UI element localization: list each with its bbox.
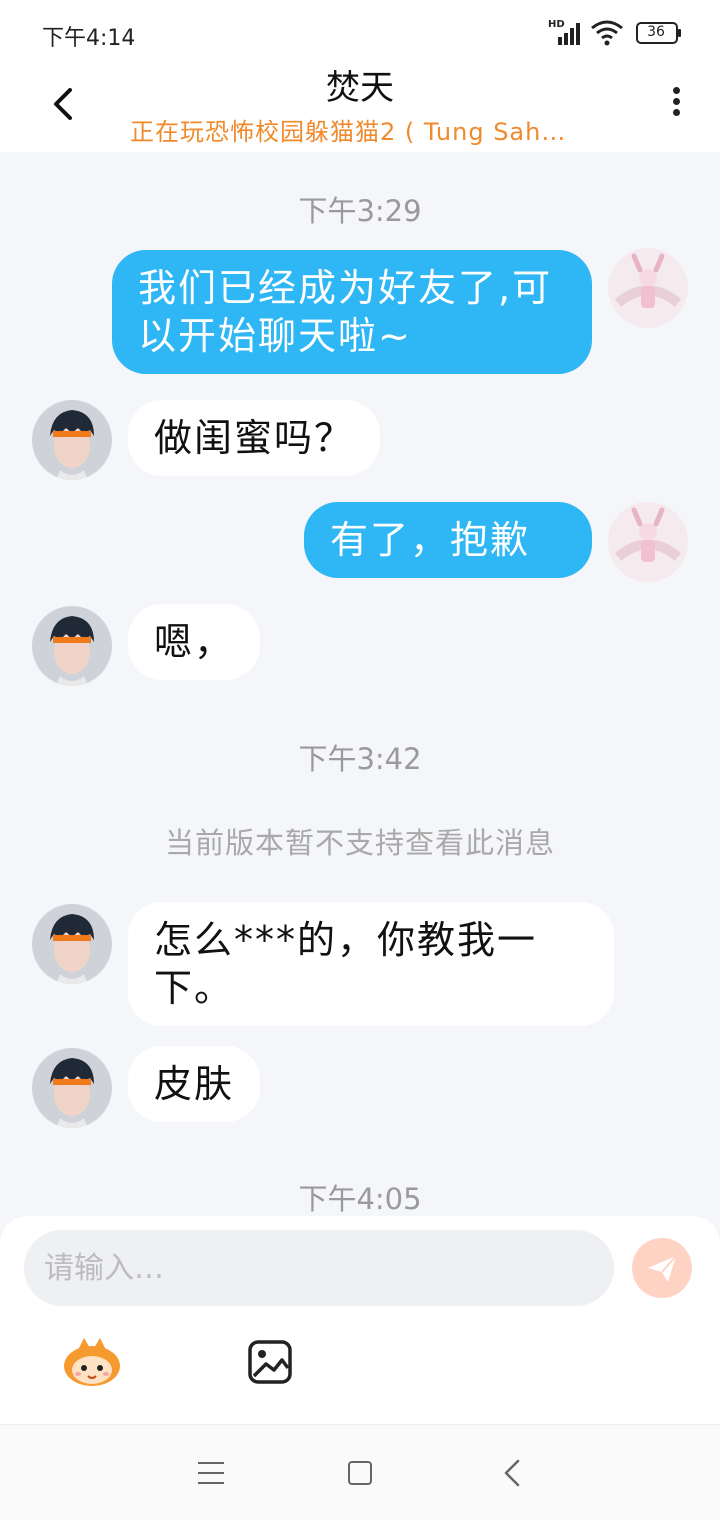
message-input[interactable]	[24, 1230, 614, 1306]
wifi-icon	[590, 20, 624, 46]
time-separator: 下午3:29	[298, 194, 422, 228]
status-bar: 下午4:14 HD 36	[0, 0, 720, 66]
contact-avatar[interactable]	[32, 400, 112, 480]
my-avatar[interactable]	[608, 502, 688, 582]
send-icon	[648, 1255, 677, 1282]
message-bubble-received[interactable]: 怎么***的，你教我一下。	[128, 902, 614, 1026]
unsupported-message-notice: 当前版本暂不支持查看此消息	[164, 826, 555, 860]
input-panel	[0, 1216, 720, 1424]
message-list[interactable]: 下午3:29 我们已经成为好友了,可以开始聊天啦~ 做闺蜜吗？ 有了，抱歉 嗯，…	[0, 152, 720, 1216]
message-bubble-received[interactable]: 嗯，	[128, 604, 261, 680]
signal-icon: HD	[548, 19, 580, 45]
time-separator: 下午4:05	[298, 1182, 422, 1216]
network-label: HD	[548, 19, 565, 30]
contact-avatar[interactable]	[32, 904, 112, 984]
message-bubble-sent[interactable]: 有了，抱歉	[304, 502, 592, 578]
status-icons: HD 36	[548, 19, 682, 46]
contact-avatar[interactable]	[32, 1048, 112, 1128]
mascot-emoji-icon	[64, 1338, 120, 1386]
home-square-icon[interactable]	[348, 1461, 372, 1485]
battery-level: 36	[647, 24, 665, 40]
message-bubble-received[interactable]: 皮肤	[128, 1046, 261, 1122]
send-button[interactable]	[632, 1238, 692, 1298]
image-button[interactable]	[246, 1338, 294, 1386]
my-avatar[interactable]	[608, 248, 688, 328]
emoji-button[interactable]	[60, 1336, 124, 1388]
status-time: 下午4:14	[42, 26, 136, 51]
time-separator: 下午3:42	[298, 742, 422, 776]
system-nav-bar	[0, 1424, 720, 1520]
battery-icon: 36	[636, 22, 682, 44]
contact-avatar[interactable]	[32, 606, 112, 686]
more-vertical-icon	[672, 87, 680, 94]
chat-header: 焚天 正在玩恐怖校园躲猫猫2 ( Tung Sah…	[0, 66, 720, 152]
menu-icon[interactable]	[198, 1462, 224, 1484]
message-bubble-received[interactable]: 做闺蜜吗？	[128, 400, 381, 476]
back-icon[interactable]	[502, 1459, 522, 1487]
contact-name: 焚天	[326, 68, 394, 108]
contact-status: 正在玩恐怖校园躲猫猫2 ( Tung Sah…	[130, 118, 567, 146]
more-button[interactable]	[666, 84, 686, 124]
image-icon	[248, 1340, 292, 1384]
message-bubble-sent[interactable]: 我们已经成为好友了,可以开始聊天啦~	[112, 250, 592, 374]
